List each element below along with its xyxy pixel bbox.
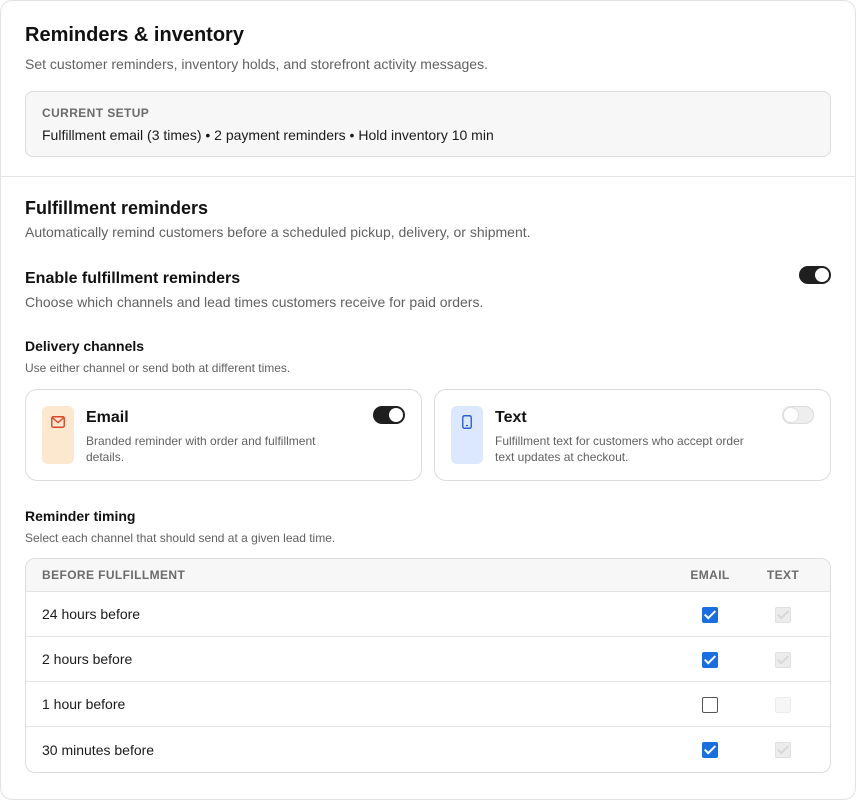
- text-channel-title: Text: [495, 409, 527, 426]
- text-cell: [750, 637, 830, 682]
- email-cell: [670, 727, 750, 772]
- phone-icon: [462, 415, 472, 429]
- enable-fulfillment-subtitle: Choose which channels and lead times cus…: [25, 294, 484, 310]
- reminders-header: Reminders & inventory Set customer remin…: [1, 1, 855, 177]
- table-row: 30 minutes before: [26, 727, 830, 772]
- text-checkbox: [775, 696, 791, 713]
- reminder-timing-group: Reminder timing Select each channel that…: [25, 507, 831, 773]
- text-channel-card: Text Fulfillment text for customers who …: [434, 389, 831, 481]
- delivery-channels-group: Delivery channels Use either channel or …: [25, 337, 831, 481]
- toggle-knob: [815, 268, 829, 282]
- delivery-channels-title: Delivery channels: [25, 338, 145, 354]
- email-cell: [670, 682, 750, 727]
- lead-time-label: 30 minutes before: [42, 741, 155, 758]
- reminder-timing-title: Reminder timing: [25, 508, 136, 524]
- mail-icon: [51, 416, 65, 428]
- email-checkbox[interactable]: [702, 651, 718, 668]
- reminder-timing-subtitle: Select each channel that should send at …: [25, 531, 336, 545]
- enable-fulfillment-toggle[interactable]: [799, 266, 831, 284]
- delivery-channels-subtitle: Use either channel or send both at diffe…: [25, 361, 291, 375]
- text-channel-toggle[interactable]: [782, 406, 814, 424]
- email-channel-title: Email: [86, 409, 129, 426]
- text-checkbox: [775, 651, 791, 668]
- current-setup-label: CURRENT SETUP: [42, 106, 150, 120]
- table-header-row: BEFORE FULFILLMENT EMAIL TEXT: [26, 559, 830, 592]
- lead-time-label: 24 hours before: [26, 592, 670, 637]
- email-channel-card: Email Branded reminder with order and fu…: [25, 389, 422, 481]
- toggle-knob: [389, 408, 403, 422]
- email-checkbox[interactable]: [702, 742, 718, 759]
- enable-fulfillment-title: Enable fulfillment reminders: [25, 270, 241, 287]
- toggle-knob: [784, 408, 798, 422]
- lead-time-label: 2 hours before: [26, 637, 670, 682]
- enable-fulfillment-row: Enable fulfillment reminders Choose whic…: [25, 266, 831, 311]
- current-setup-summary: Fulfillment email (3 times) • 2 payment …: [42, 127, 494, 143]
- fulfillment-section: Fulfillment reminders Automatically remi…: [1, 177, 855, 773]
- settings-card: Reminders & inventory Set customer remin…: [0, 0, 856, 800]
- text-channel-desc: Fulfillment text for customers who accep…: [495, 434, 744, 464]
- lead-time-label: 1 hour before: [26, 682, 670, 727]
- text-cell: [750, 682, 830, 727]
- column-header-email: EMAIL: [670, 559, 750, 592]
- page-title: Reminders & inventory: [25, 24, 244, 46]
- fulfillment-subtitle: Automatically remind customers before a …: [25, 224, 531, 240]
- email-channel-tile: [42, 406, 74, 464]
- text-checkbox: [775, 606, 791, 623]
- email-cell: [670, 592, 750, 637]
- email-channel-desc: Branded reminder with order and fulfillm…: [86, 434, 316, 464]
- reminder-timing-table: BEFORE FULFILLMENT EMAIL TEXT 24 hours b…: [25, 558, 831, 773]
- text-channel-tile: [451, 406, 483, 464]
- table-row: 2 hours before: [26, 637, 830, 682]
- email-channel-toggle[interactable]: [373, 406, 405, 424]
- text-cell: [750, 727, 830, 772]
- current-setup-box: CURRENT SETUP Fulfillment email (3 times…: [25, 91, 831, 157]
- email-cell: [670, 637, 750, 682]
- fulfillment-title: Fulfillment reminders: [25, 198, 209, 218]
- channel-cards: Email Branded reminder with order and fu…: [25, 389, 831, 481]
- page-subtitle: Set customer reminders, inventory holds,…: [25, 56, 488, 72]
- text-checkbox: [775, 742, 791, 759]
- column-header-before: BEFORE FULFILLMENT: [26, 559, 670, 592]
- email-checkbox[interactable]: [702, 696, 718, 713]
- text-cell: [750, 592, 830, 637]
- email-checkbox[interactable]: [702, 606, 718, 623]
- table-row: 24 hours before: [26, 592, 830, 637]
- table-row: 1 hour before: [26, 682, 830, 727]
- column-header-text: TEXT: [750, 559, 830, 592]
